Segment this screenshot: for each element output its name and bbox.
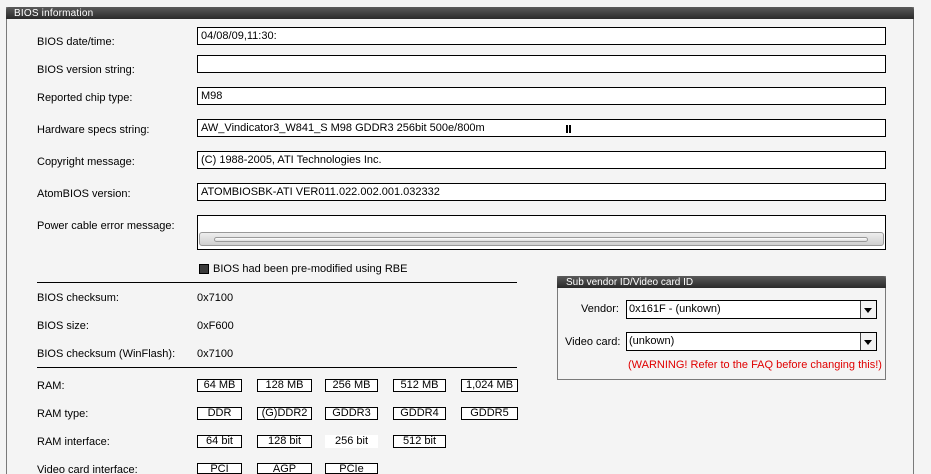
checksum-value: 0x7100 bbox=[197, 292, 234, 304]
chip-type-field[interactable]: M98 bbox=[197, 87, 886, 105]
ram-type-label: RAM type: bbox=[37, 408, 89, 420]
checksum-label: BIOS checksum: bbox=[37, 292, 119, 304]
divider bbox=[37, 367, 517, 368]
chevron-down-icon bbox=[864, 340, 872, 345]
text-cursor-icon bbox=[566, 125, 571, 133]
video-interface-label: Video card interface: bbox=[37, 464, 138, 474]
subvendor-title: Sub vendor ID/Video card ID bbox=[566, 277, 694, 288]
vendor-label: Vendor: bbox=[581, 303, 619, 315]
copyright-label: Copyright message: bbox=[37, 156, 135, 168]
ram-type-ddr[interactable]: DDR bbox=[197, 407, 242, 420]
checksum-winflash-label: BIOS checksum (WinFlash): bbox=[37, 348, 176, 360]
bios-datetime-label: BIOS date/time: bbox=[37, 36, 115, 48]
ram-interface-128bit[interactable]: 128 bit bbox=[257, 435, 312, 448]
size-value: 0xF600 bbox=[197, 320, 234, 332]
atombios-field[interactable]: ATOMBIOSBK-ATI VER011.022.002.001.032332 bbox=[197, 183, 886, 201]
chip-type-label: Reported chip type: bbox=[37, 92, 133, 104]
ram-type-gddr2[interactable]: (G)DDR2 bbox=[257, 407, 312, 420]
power-cable-label: Power cable error message: bbox=[37, 220, 175, 232]
panel-header bbox=[6, 7, 914, 19]
ram-option-64mb[interactable]: 64 MB bbox=[197, 379, 242, 392]
copyright-field[interactable]: (C) 1988-2005, ATI Technologies Inc. bbox=[197, 151, 886, 169]
ram-option-512mb[interactable]: 512 MB bbox=[393, 379, 446, 392]
video-interface-pcie[interactable]: PCIe bbox=[325, 463, 378, 474]
ram-interface-64bit[interactable]: 64 bit bbox=[197, 435, 242, 448]
panel-title: BIOS information bbox=[14, 8, 94, 19]
ram-option-256mb[interactable]: 256 MB bbox=[325, 379, 378, 392]
ram-interface-label: RAM interface: bbox=[37, 436, 110, 448]
ram-interface-512bit[interactable]: 512 bit bbox=[393, 435, 446, 448]
warning-message: (WARNING! Refer to the FAQ before changi… bbox=[628, 359, 882, 371]
ram-label: RAM: bbox=[37, 380, 65, 392]
premodified-checkbox[interactable] bbox=[199, 264, 209, 274]
bios-version-label: BIOS version string: bbox=[37, 64, 135, 76]
ram-interface-256bit[interactable]: 256 bit bbox=[325, 435, 378, 448]
hw-specs-label: Hardware specs string: bbox=[37, 124, 150, 136]
card-label: Video card: bbox=[565, 336, 621, 348]
premodified-label: BIOS had been pre-modified using RBE bbox=[213, 263, 408, 275]
ram-option-128mb[interactable]: 128 MB bbox=[257, 379, 312, 392]
ram-option-1024mb[interactable]: 1,024 MB bbox=[461, 379, 518, 392]
bios-version-field[interactable] bbox=[197, 55, 886, 73]
ram-type-gddr5[interactable]: GDDR5 bbox=[461, 407, 518, 420]
ram-type-gddr4[interactable]: GDDR4 bbox=[393, 407, 446, 420]
card-selected-value: (unkown) bbox=[629, 335, 675, 347]
vendor-selected-value: 0x161F - (unkown) bbox=[629, 303, 721, 315]
hw-specs-field[interactable]: AW_Vindicator3_W841_S M98 GDDR3 256bit 5… bbox=[197, 119, 886, 137]
scrollbar-thumb[interactable] bbox=[214, 237, 868, 242]
video-interface-agp[interactable]: AGP bbox=[257, 463, 312, 474]
chevron-down-icon bbox=[864, 308, 872, 313]
size-label: BIOS size: bbox=[37, 320, 89, 332]
divider bbox=[37, 282, 517, 283]
ram-type-gddr3[interactable]: GDDR3 bbox=[325, 407, 378, 420]
atombios-label: AtomBIOS version: bbox=[37, 188, 131, 200]
checksum-winflash-value: 0x7100 bbox=[197, 348, 234, 360]
bios-datetime-field[interactable]: 04/08/09,11:30: bbox=[197, 27, 886, 45]
video-interface-pci[interactable]: PCI bbox=[197, 463, 242, 474]
